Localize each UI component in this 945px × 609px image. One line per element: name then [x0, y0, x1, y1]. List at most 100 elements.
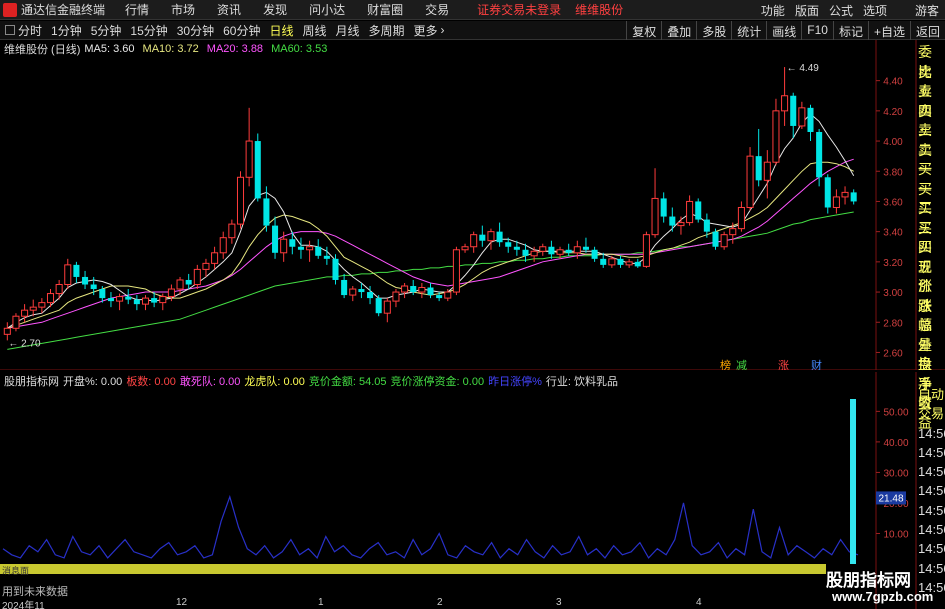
period-daily[interactable]: 日线 — [269, 22, 293, 39]
candle-body — [289, 239, 296, 247]
ma20-label: MA20: 3.88 — [206, 43, 264, 55]
menu-xuanxiang[interactable]: 选项 — [863, 2, 887, 19]
sub-tick-label: 40.00 — [883, 438, 908, 449]
candle-body — [176, 279, 184, 290]
period-5min[interactable]: 5分钟 — [91, 22, 122, 39]
side-sell3: 卖三 — [918, 102, 932, 139]
fuquan-button[interactable]: 复权 — [626, 21, 661, 40]
watermark-title: 股朋指标网 — [826, 571, 911, 590]
jingjiazhangting-label: 竞价涨停资金: 0.00 — [390, 376, 485, 388]
candle-body — [46, 293, 55, 304]
login-status[interactable]: 证券交易未登录 — [477, 1, 561, 18]
collapse-icon[interactable] — [5, 25, 15, 35]
side-price: 现价 — [918, 258, 932, 295]
period-more[interactable]: 更多 — [414, 22, 438, 39]
period-1min[interactable]: 1分钟 — [51, 22, 82, 39]
side-buy5: 买五 — [918, 239, 932, 275]
period-toolbar: 分时 1分钟 5分钟 15分钟 30分钟 60分钟 日线 周线 月线 多周期 更… — [0, 21, 945, 40]
candle-body — [38, 302, 46, 308]
menu-jiaoyi[interactable]: 交易 — [425, 1, 449, 18]
event-tag: 减 — [736, 359, 747, 370]
guest-button[interactable]: 游客 — [915, 2, 939, 19]
menu-gongshi[interactable]: 公式 — [829, 2, 853, 19]
candle-body — [660, 198, 667, 217]
side-turnover: 换手 — [918, 356, 932, 392]
duogu-button[interactable]: 多股 — [696, 21, 731, 40]
candle-body — [410, 286, 417, 293]
price-tick-label: 4.20 — [883, 107, 903, 118]
price-tick-label: 3.60 — [883, 197, 903, 208]
menu-faxian[interactable]: 发现 — [263, 1, 287, 18]
sub-tick-label: 10.00 — [883, 529, 908, 540]
side-time: 14:56 — [918, 502, 945, 518]
app-title: 通达信金融终端 — [21, 3, 106, 17]
side-auto[interactable]: 自动 — [918, 385, 945, 404]
menu-gongneng[interactable]: 功能 — [761, 2, 785, 19]
menu-caifuquan[interactable]: 财富圈 — [367, 1, 403, 18]
period-monthly[interactable]: 月线 — [336, 22, 360, 39]
candle-body — [755, 156, 762, 181]
x-label: 2024年11 — [2, 601, 45, 609]
side-change: 涨跌 — [918, 278, 932, 314]
watermark-url: www.7gpzb.com — [832, 589, 934, 604]
candle-body — [565, 249, 572, 253]
candle-body — [720, 234, 728, 248]
add-watchlist-button[interactable]: +自选 — [867, 21, 910, 40]
period-30min[interactable]: 30分钟 — [177, 22, 214, 39]
biaoji-button[interactable]: 标记 — [832, 21, 868, 40]
period-multi[interactable]: 多周期 — [369, 22, 405, 39]
side-volume: 总量 — [918, 317, 932, 353]
candle-body — [254, 141, 261, 199]
candle-body — [29, 306, 37, 311]
candle-body — [444, 291, 452, 299]
tongji-button[interactable]: 统计 — [731, 21, 766, 40]
indicator-line — [2, 494, 859, 559]
menu-shichang[interactable]: 市场 — [171, 1, 195, 18]
candle-body — [82, 276, 89, 285]
candle-body — [582, 246, 589, 250]
candle-body — [306, 246, 314, 251]
indicator-title: 股朋指标网 — [4, 376, 59, 388]
candle-body — [608, 258, 616, 266]
period-fenshi[interactable]: 分时 — [18, 22, 42, 39]
candle-body — [790, 95, 797, 126]
period-60min[interactable]: 60分钟 — [223, 22, 260, 39]
kaipan-label: 开盘%: 0.00 — [63, 376, 123, 388]
side-time: 14:56 — [918, 444, 945, 460]
candle-body — [315, 246, 322, 256]
side-buy2: 买二 — [918, 180, 932, 217]
candle-body — [695, 201, 702, 220]
menu-zixun[interactable]: 资讯 — [217, 1, 241, 18]
candle-body — [513, 246, 520, 250]
candle-body — [522, 249, 529, 256]
x-label: 2 — [437, 597, 443, 608]
price-tick-label: 4.00 — [883, 137, 903, 148]
chevron-right-icon[interactable]: › — [441, 23, 445, 37]
quote-side-panel: 委比 卖五 卖四 卖三 卖二 卖一 买一 买二 买三 买四 买五 现价 涨跌 涨… — [918, 43, 945, 431]
candle-body — [99, 289, 106, 299]
period-weekly[interactable]: 周线 — [302, 22, 326, 39]
candle-body — [470, 234, 478, 248]
candle-body — [55, 284, 63, 295]
f10-button[interactable]: F10 — [801, 21, 833, 40]
candle-body — [591, 249, 598, 259]
menu-wenxiaoda[interactable]: 问小达 — [309, 1, 345, 18]
side-trade[interactable]: 交易 — [918, 404, 945, 423]
kline-chart[interactable]: 4.40 4.20 4.00 3.80 3.60 3.40 3.20 3.00 2.80 2.60… — [0, 40, 945, 370]
period-15min[interactable]: 15分钟 — [130, 22, 167, 39]
candle-body — [617, 258, 624, 265]
menu-hangqing[interactable]: 行情 — [125, 1, 149, 18]
longhudui-label: 龙虎队: 0.00 — [244, 376, 305, 388]
huaxian-button[interactable]: 画线 — [766, 21, 801, 40]
side-time: 14:56 — [918, 541, 945, 557]
menu-banmian[interactable]: 版面 — [795, 2, 819, 19]
news-scrollbar[interactable]: 消息面 — [0, 564, 826, 576]
back-button[interactable]: 返回 — [909, 21, 945, 40]
candle-body — [280, 238, 288, 254]
candle-body — [530, 250, 538, 257]
event-tag: 财 — [811, 358, 822, 370]
candle-body — [479, 234, 486, 241]
candle-body — [332, 258, 339, 280]
candle-body — [125, 296, 132, 300]
diejia-button[interactable]: 叠加 — [661, 21, 696, 40]
